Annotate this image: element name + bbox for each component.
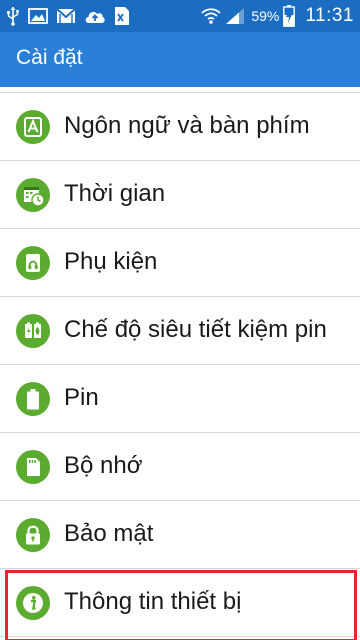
settings-item-label: Pin [64,384,99,411]
accessory-icon [16,246,50,280]
notification-icons [6,5,130,27]
system-status: 59% 11:31 [201,4,354,28]
info-icon [16,586,50,620]
battery-icon [16,382,50,416]
excel-file-icon [114,6,130,26]
page-title: Cài đặt [16,46,83,69]
settings-item-label: Bộ nhớ [64,452,143,479]
lock-icon [16,518,50,552]
settings-item-label: Bảo mật [64,520,154,547]
calendar-clock-icon [16,178,50,212]
settings-item-time[interactable]: Thời gian [0,161,360,229]
app-bar: Cài đặt [0,32,360,87]
settings-item-label: Thông tin thiết bị [64,588,242,615]
image-icon [28,7,48,25]
settings-list[interactable]: Ngôn ngữ và bàn phím Thời gian Phụ kiện … [0,87,360,640]
settings-item-accessories[interactable]: Phụ kiện [0,229,360,297]
settings-item-language-keyboard[interactable]: Ngôn ngữ và bàn phím [0,93,360,161]
ultra-power-saving-icon [16,314,50,348]
cloud-upload-icon [84,8,106,24]
gmail-icon [56,8,76,24]
battery-charging-icon [283,5,296,27]
storage-icon [16,450,50,484]
settings-item-label: Ngôn ngữ và bàn phím [64,112,310,139]
settings-item-label: Phụ kiện [64,248,158,275]
settings-item-ultra-power-saving[interactable]: Chế độ siêu tiết kiệm pin [0,297,360,365]
signal-icon [225,7,245,25]
wifi-icon [201,7,221,25]
settings-item-storage[interactable]: Bộ nhớ [0,433,360,501]
usb-icon [6,6,20,26]
battery-percent: 59% [251,8,280,24]
settings-item-battery[interactable]: Pin [0,365,360,433]
clock: 11:31 [305,5,354,26]
settings-item-device-info[interactable]: Thông tin thiết bị [0,569,360,637]
settings-item-security[interactable]: Bảo mật [0,501,360,569]
settings-item-label: Chế độ siêu tiết kiệm pin [64,316,327,343]
status-bar: 59% 11:31 [0,0,360,32]
language-keyboard-icon [16,110,50,144]
android-settings-screen: 59% 11:31 Cài đặt Ngôn ngữ và bàn phím T… [0,0,360,640]
settings-item-label: Thời gian [64,180,166,207]
